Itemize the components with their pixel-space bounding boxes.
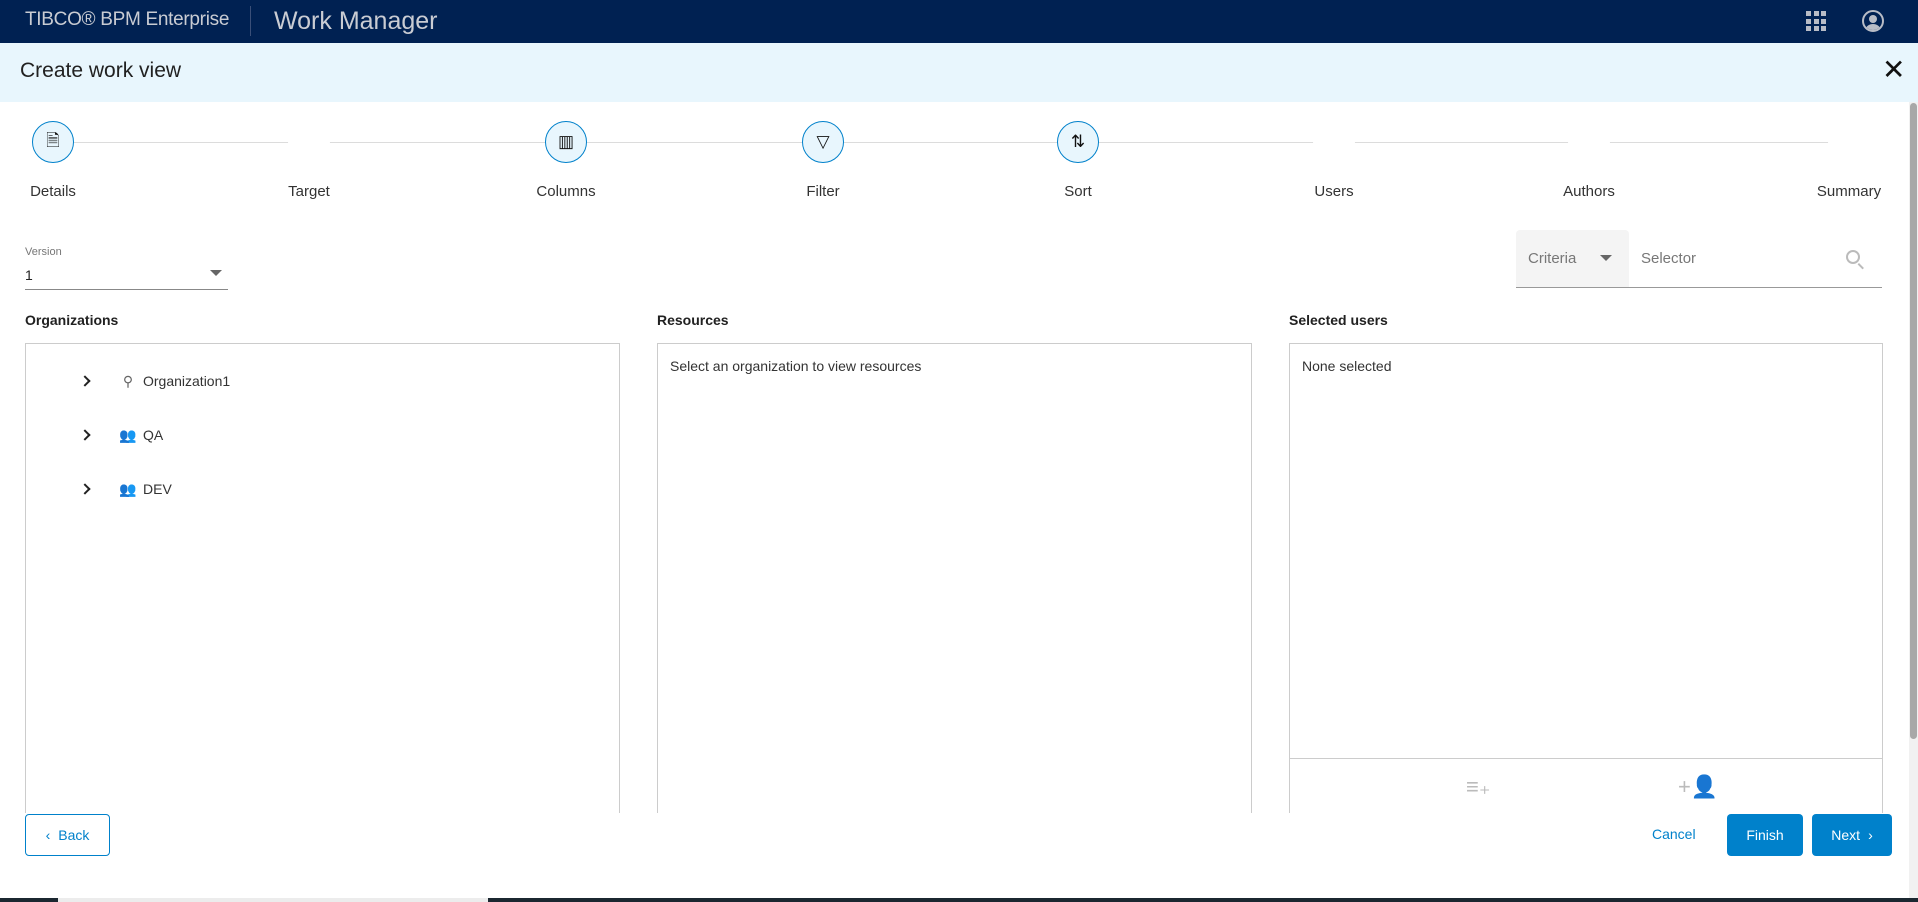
- filter-icon: ▽: [802, 121, 844, 163]
- selector-input[interactable]: [1629, 230, 1882, 287]
- step-filter[interactable]: ▽ Filter: [763, 121, 883, 200]
- step-summary[interactable]: 📋 Summary: [1789, 121, 1909, 200]
- clipboard-icon: 📋: [1313, 121, 1355, 163]
- selected-users-heading: Selected users: [1289, 312, 1388, 328]
- account-circle-icon[interactable]: [1862, 10, 1884, 32]
- tree-item-label: QA: [143, 427, 164, 443]
- next-button[interactable]: Next ›: [1812, 814, 1892, 856]
- step-label: Sort: [1064, 183, 1092, 200]
- finish-label: Finish: [1746, 827, 1784, 843]
- step-label: Filter: [806, 183, 840, 200]
- document-search-icon: 🗎: [32, 121, 74, 163]
- tree-item-dev[interactable]: 👥 DEV: [26, 477, 172, 501]
- chevron-right-icon: ›: [1868, 827, 1873, 843]
- sort-icon: ⇅: [1057, 121, 1099, 163]
- version-select[interactable]: 1: [25, 267, 33, 283]
- panel-divider: [1290, 758, 1882, 759]
- tree-item-organization1[interactable]: ⚲ Organization1: [26, 369, 230, 393]
- app-title: Work Manager: [274, 7, 438, 35]
- back-button[interactable]: ‹ Back: [25, 814, 110, 856]
- cancel-button[interactable]: Cancel: [1652, 826, 1696, 842]
- taskbar-item: [58, 898, 488, 902]
- version-label: Version: [25, 246, 62, 258]
- clipboard-icon: 📋: [1828, 121, 1870, 163]
- selected-users-panel: None selected ≡₊ +👤: [1289, 343, 1883, 813]
- organizations-heading: Organizations: [25, 312, 119, 328]
- resources-message: Select an organization to view resources: [670, 358, 922, 374]
- step-columns[interactable]: ▥ Columns: [506, 121, 626, 200]
- organizations-panel: ⚲ Organization1 👥 QA 👥 DEV: [25, 343, 620, 813]
- step-label: Users: [1314, 183, 1354, 200]
- next-label: Next: [1831, 827, 1861, 843]
- resources-heading: Resources: [657, 312, 729, 328]
- chevron-down-icon: [1600, 255, 1612, 261]
- page-title: Create work view: [20, 59, 182, 82]
- selected-users-message: None selected: [1302, 358, 1392, 374]
- criteria-label: Criteria: [1528, 250, 1577, 267]
- version-underline: [25, 289, 228, 290]
- clipboard-icon: 📋: [288, 121, 330, 163]
- apps-grid-icon[interactable]: [1806, 11, 1826, 31]
- back-label: Back: [58, 827, 90, 843]
- step-target[interactable]: 📋 Target: [249, 121, 369, 200]
- person-add-icon[interactable]: +👤: [1678, 774, 1718, 800]
- divider: [250, 6, 251, 36]
- step-label: Authors: [1563, 183, 1615, 200]
- chevron-right-icon[interactable]: [79, 483, 91, 495]
- close-icon[interactable]: ✕: [1882, 56, 1905, 84]
- search-icon[interactable]: [1846, 250, 1860, 264]
- playlist-add-icon[interactable]: ≡₊: [1466, 774, 1490, 800]
- chevron-down-icon[interactable]: [210, 270, 222, 276]
- step-label: Summary: [1816, 183, 1882, 200]
- finish-button[interactable]: Finish: [1727, 814, 1803, 856]
- tree-item-qa[interactable]: 👥 QA: [26, 423, 163, 447]
- step-label: Columns: [536, 183, 596, 200]
- chevron-left-icon: ‹: [45, 827, 51, 843]
- tree-item-label: DEV: [143, 481, 172, 497]
- resources-panel: Select an organization to view resources: [657, 343, 1252, 813]
- scrollbar-thumb[interactable]: [1910, 103, 1917, 739]
- group-icon: 👥: [119, 480, 137, 497]
- clipboard-icon: 📋: [1568, 121, 1610, 163]
- step-authors[interactable]: 📋 Authors: [1529, 121, 1649, 200]
- criteria-select[interactable]: Criteria: [1516, 230, 1629, 287]
- step-sort[interactable]: ⇅ Sort: [1018, 121, 1138, 200]
- group-icon: 👥: [119, 426, 137, 443]
- step-details[interactable]: 🗎 Details: [0, 121, 113, 200]
- org-chart-icon: ⚲: [122, 372, 134, 389]
- brand-logo: TIBCO® BPM Enterprise: [25, 9, 230, 30]
- search-underline: [1516, 287, 1882, 288]
- step-users[interactable]: 📋 Users: [1274, 121, 1394, 200]
- top-bar: TIBCO® BPM Enterprise Work Manager: [0, 0, 1918, 43]
- tree-item-label: Organization1: [143, 373, 231, 389]
- chevron-right-icon[interactable]: [79, 375, 91, 387]
- chevron-right-icon[interactable]: [79, 429, 91, 441]
- columns-icon: ▥: [545, 121, 587, 163]
- step-label: Details: [30, 183, 76, 200]
- step-label: Target: [288, 183, 330, 200]
- dialog-header: Create work view ✕: [0, 43, 1918, 102]
